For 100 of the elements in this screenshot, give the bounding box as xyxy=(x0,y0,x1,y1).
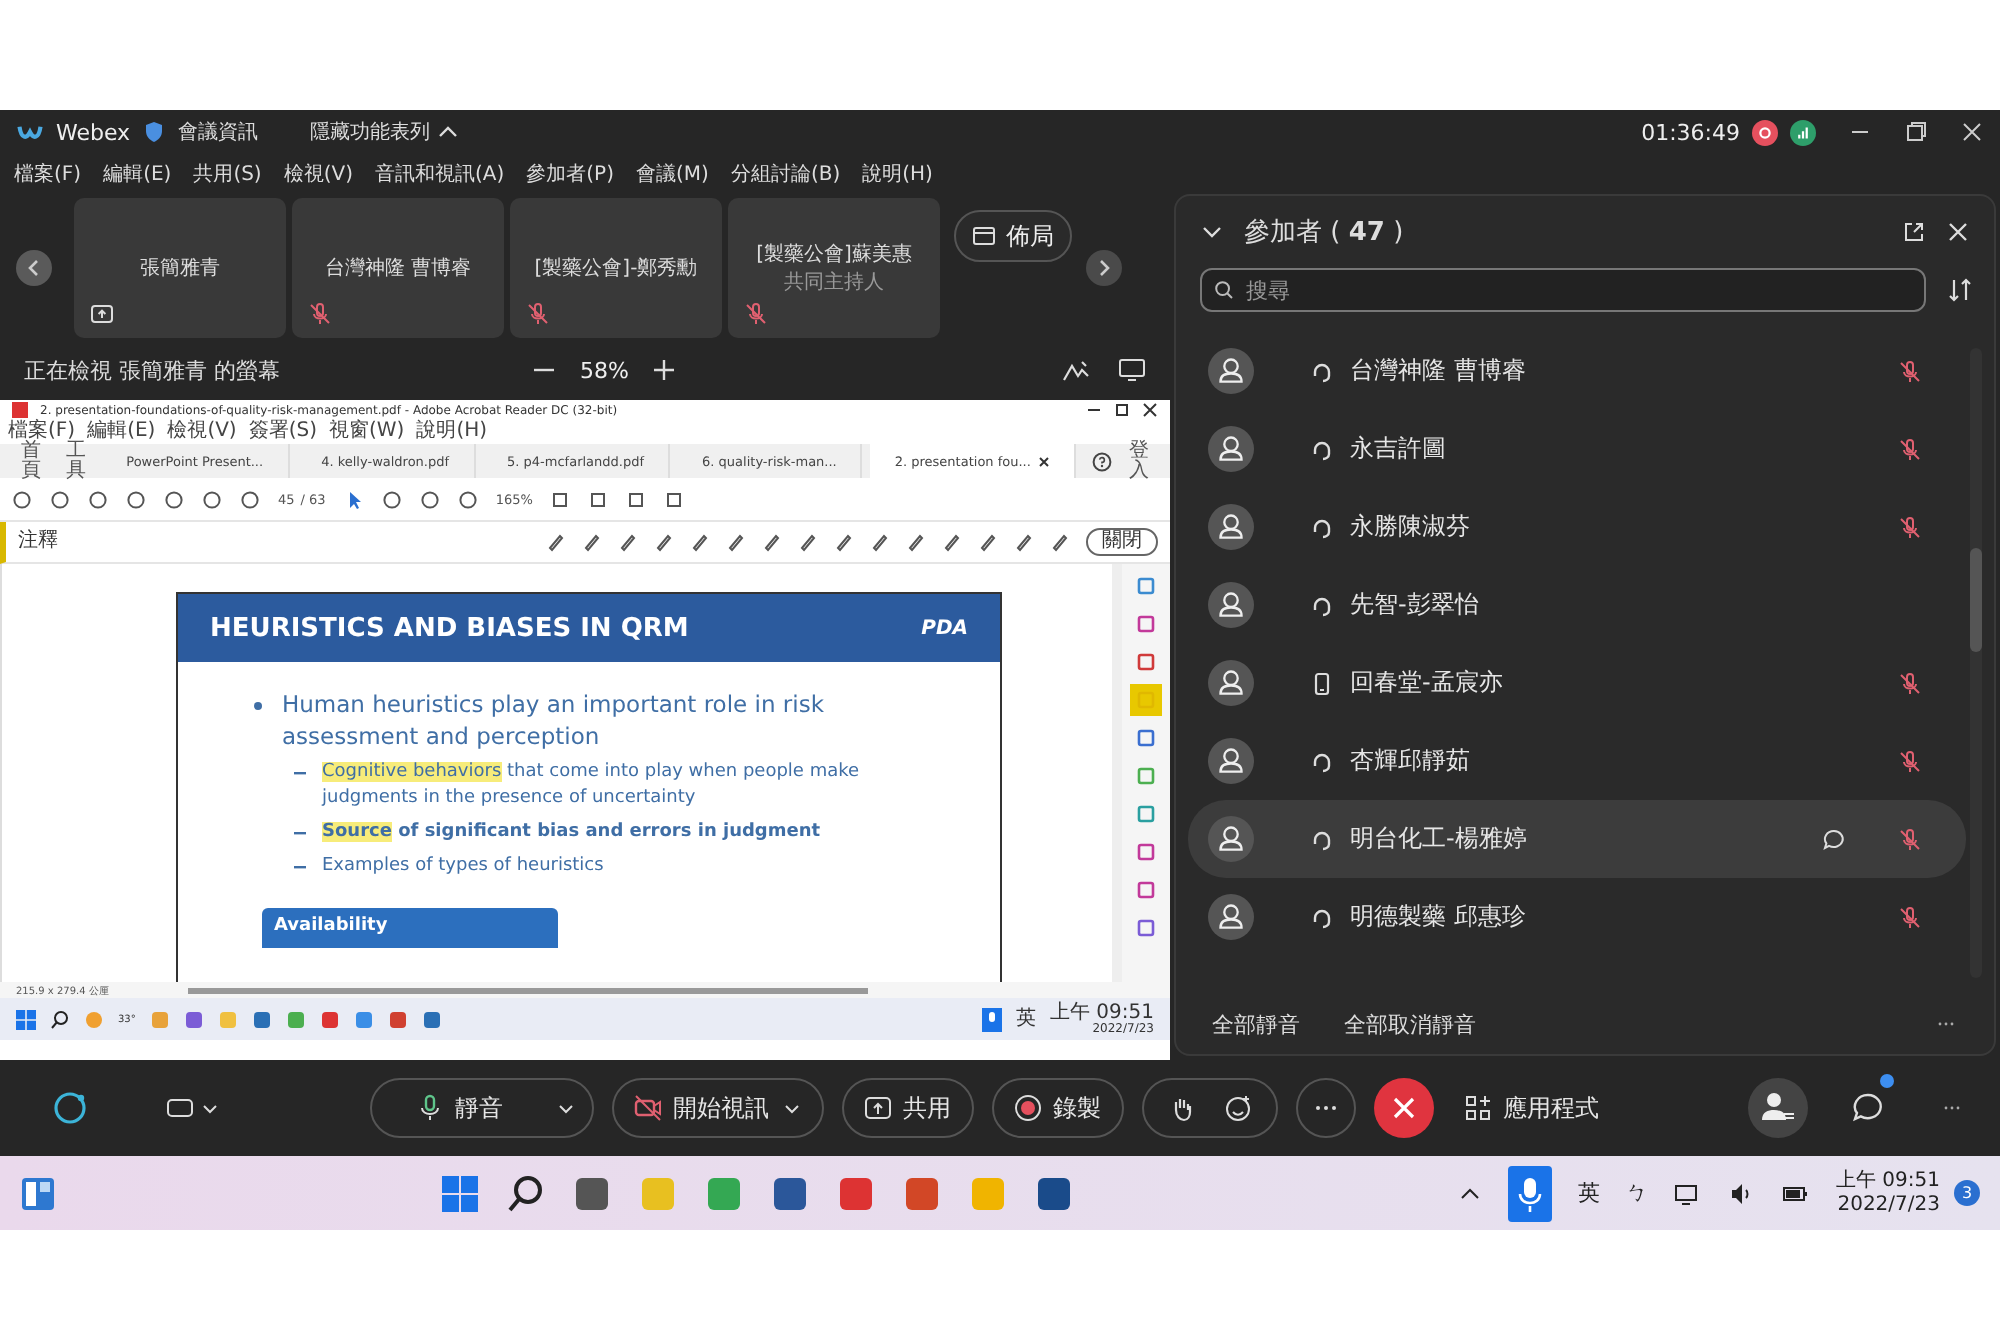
captions-icon xyxy=(166,1094,194,1122)
muted-mic-icon[interactable] xyxy=(1898,905,1922,929)
menu-item[interactable]: 視窗(W) xyxy=(329,422,405,442)
taskbar-app-icon[interactable] xyxy=(836,1173,876,1213)
participant-row[interactable]: 永勝陳淑芬 xyxy=(1188,488,1966,566)
muted-mic-icon[interactable] xyxy=(1898,749,1922,773)
search-icon[interactable] xyxy=(506,1173,546,1213)
participant-row[interactable]: 杏輝邱靜茹 xyxy=(1188,722,1966,800)
record-button[interactable]: 錄製 xyxy=(991,1078,1123,1138)
menu-item[interactable]: 說明(H) xyxy=(862,160,933,188)
muted-mic-icon[interactable] xyxy=(1898,827,1922,851)
taskbar-app-icon[interactable] xyxy=(770,1173,810,1213)
search-field[interactable]: 搜尋 xyxy=(1200,268,1926,312)
toolbar-icon[interactable] xyxy=(419,489,440,509)
toolbar-icon[interactable] xyxy=(550,489,571,509)
participant-row[interactable]: 明台化工-楊雅婷 xyxy=(1188,800,1966,878)
taskbar-app-icon[interactable] xyxy=(183,1009,204,1029)
chat-icon[interactable] xyxy=(1822,827,1846,851)
display-icon[interactable] xyxy=(1118,356,1146,384)
taskbar-app-icon[interactable] xyxy=(251,1009,272,1029)
chat-icon[interactable] xyxy=(1850,1090,1886,1126)
start-video-button[interactable]: 開始視訊 xyxy=(611,1078,823,1138)
mute-button[interactable]: 靜音 xyxy=(369,1078,593,1138)
mute-all-button[interactable]: 全部靜音 xyxy=(1212,1009,1300,1039)
help-icon[interactable] xyxy=(1092,451,1113,471)
taskbar-app-icon[interactable] xyxy=(319,1009,340,1029)
annotate-icon[interactable] xyxy=(1062,356,1090,384)
taskbar-app-icon[interactable] xyxy=(387,1009,408,1029)
taskbar-app-icon[interactable] xyxy=(902,1173,942,1213)
menu-item[interactable]: 共用(S) xyxy=(193,160,262,188)
apps-button[interactable]: 應用程式 xyxy=(1463,1091,1599,1125)
muted-mic-icon[interactable] xyxy=(1898,671,1922,695)
captions-button[interactable] xyxy=(166,1094,220,1122)
leave-meeting-icon[interactable] xyxy=(1373,1078,1433,1138)
participant-row[interactable]: 回春堂-孟宸亦 xyxy=(1188,644,1966,722)
nav-tab[interactable]: 工具 xyxy=(57,441,95,481)
reactions-icon[interactable] xyxy=(1223,1094,1251,1122)
shield-icon xyxy=(142,120,167,144)
menu-item[interactable]: 簽署(S) xyxy=(248,422,317,442)
sign-in-button[interactable]: 登入 xyxy=(1120,441,1158,481)
sort-icon[interactable] xyxy=(1946,276,1974,304)
mic-icon[interactable] xyxy=(982,1007,1002,1031)
pop-out-icon[interactable] xyxy=(1902,220,1926,244)
menu-item[interactable]: 說明(H) xyxy=(416,422,488,442)
menu-item[interactable]: 檔案(F) xyxy=(8,422,76,442)
participant-row[interactable]: 台灣神隆 曹博睿 xyxy=(1188,332,1966,410)
close-button[interactable]: 關閉 xyxy=(1086,528,1158,556)
taskbar-app-icon[interactable] xyxy=(353,1009,374,1029)
muted-mic-icon[interactable] xyxy=(1898,515,1922,539)
menu-item[interactable]: 編輯(E) xyxy=(87,422,156,442)
menu-item[interactable]: 檢視(V) xyxy=(283,160,353,188)
video-tile[interactable]: 張簡雅青 xyxy=(74,197,286,337)
input-language[interactable]: 英 xyxy=(1578,1178,1600,1208)
close-tab-icon[interactable] xyxy=(1038,455,1051,467)
input-language[interactable]: 英 xyxy=(1016,1009,1036,1029)
meeting-info-button[interactable]: 會議資訊 xyxy=(178,118,259,146)
notification-badge[interactable]: 3 xyxy=(1954,1180,1980,1206)
layout-button[interactable]: 佈局 xyxy=(954,210,1072,262)
participant-row[interactable]: 永吉許圖 xyxy=(1188,410,1966,488)
toolbar-icon[interactable] xyxy=(626,489,647,509)
participant-row[interactable]: 先智-彭翠怡 xyxy=(1188,566,1966,644)
video-tile[interactable]: [製藥公會]-鄭秀勳 xyxy=(510,197,722,337)
start-icon[interactable] xyxy=(16,1009,36,1029)
widgets-icon[interactable] xyxy=(20,1175,56,1211)
taskbar-app-icon[interactable] xyxy=(421,1009,442,1029)
assistant-icon[interactable] xyxy=(52,1090,88,1126)
ime-mode[interactable]: ㄅ xyxy=(1626,1178,1648,1208)
menu-item[interactable]: 分組討論(B) xyxy=(730,160,841,188)
nav-tab[interactable]: 首頁 xyxy=(12,441,50,481)
toolbar-icon[interactable] xyxy=(381,489,402,509)
taskbar-app-icon[interactable] xyxy=(1034,1173,1074,1213)
previous-icon[interactable] xyxy=(16,249,52,285)
menu-item[interactable]: 會議(M) xyxy=(636,160,709,188)
close-icon[interactable] xyxy=(1142,402,1158,418)
share-button[interactable]: 共用 xyxy=(841,1078,973,1138)
maximize-icon[interactable] xyxy=(1114,402,1130,418)
maximize-icon[interactable] xyxy=(1904,120,1928,144)
zoom-in-icon[interactable] xyxy=(652,358,677,382)
taskbar-app-icon[interactable] xyxy=(572,1173,612,1213)
start-icon[interactable] xyxy=(440,1173,480,1213)
muted-mic-icon[interactable] xyxy=(1898,437,1922,461)
menu-item[interactable]: 檢視(V) xyxy=(167,422,237,442)
menu-item[interactable]: 檔案(F) xyxy=(14,160,82,188)
meeting-timer: 01:36:49 xyxy=(1641,119,1740,145)
participants-icon[interactable] xyxy=(1748,1078,1808,1138)
participant-row[interactable]: 明德製藥 邱惠珍 xyxy=(1188,878,1966,956)
next-icon[interactable] xyxy=(1086,249,1122,285)
toolbar-icon[interactable] xyxy=(664,489,685,509)
muted-mic-icon[interactable] xyxy=(1898,359,1922,383)
search-icon[interactable] xyxy=(50,1009,70,1029)
video-tile[interactable]: 台灣神隆 曹博睿 xyxy=(292,197,504,337)
toolbar-icon[interactable] xyxy=(588,489,609,509)
hide-menu-button[interactable]: 隱藏功能表列 xyxy=(310,118,459,146)
video-tile[interactable]: [製藥公會]蘇美惠 共同主持人 xyxy=(728,197,940,337)
toolbar-icon[interactable] xyxy=(457,489,478,509)
menu-item[interactable]: 編輯(E) xyxy=(103,160,172,188)
menu-item[interactable]: 音訊和視訊(A) xyxy=(375,160,505,188)
unmute-all-button[interactable]: 全部取消靜音 xyxy=(1344,1009,1476,1039)
mic-icon[interactable] xyxy=(1508,1165,1552,1221)
menu-item[interactable]: 參加者(P) xyxy=(526,160,614,188)
